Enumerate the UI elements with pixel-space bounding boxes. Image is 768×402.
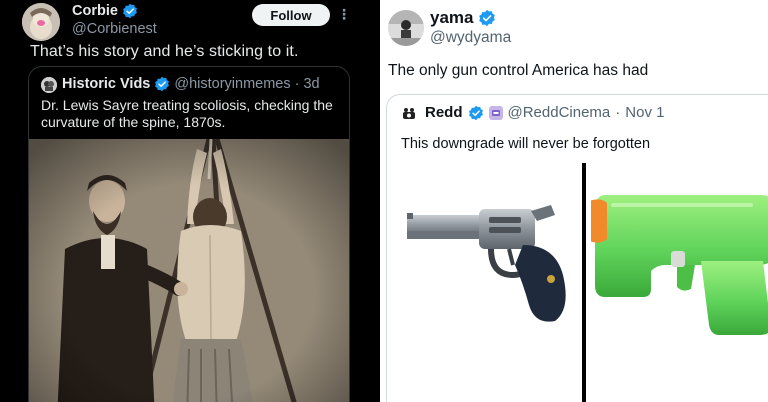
quoted-author-name[interactable]: Historic Vids [62,76,150,92]
quoted-avatar[interactable] [401,106,417,122]
author-handle[interactable]: @Corbienest [72,21,157,37]
verified-badge-icon [123,3,137,19]
verified-badge-icon [468,105,483,120]
right-tweet: yama @wydyama The only gun control Ameri… [382,0,768,402]
more-options-icon[interactable]: ⋮ [337,6,351,23]
author-handle[interactable]: @wydyama [430,29,511,47]
verified-badge-icon [155,76,170,92]
image-separator [582,163,586,402]
revolver-icon [407,205,566,322]
affiliate-badge-icon [488,105,503,120]
quoted-author-line[interactable]: Historic Vids @historyinmemes · 3d [62,76,320,92]
quoted-author-line[interactable]: Redd @ReddCinema · Nov 1 [425,104,664,121]
author-name[interactable]: yama [430,8,496,28]
quoted-author-handle[interactable]: @ReddCinema [508,104,611,121]
author-name[interactable]: Corbie [72,3,138,19]
avatar[interactable] [22,3,60,41]
quoted-tweet[interactable]: Redd @ReddCinema · Nov 1 This downgrade … [386,94,768,402]
left-tweet: Corbie @Corbienest Follow ⋮ That’s his s… [0,0,380,402]
quoted-author-handle[interactable]: @historyinmemes [174,76,290,92]
dot-separator: · [615,104,621,121]
quoted-author-name[interactable]: Redd [425,104,463,121]
quoted-media[interactable] [387,163,768,402]
quoted-tweet[interactable]: Historic Vids @historyinmemes · 3d Dr. L… [28,66,350,402]
water-gun-icon [591,195,768,335]
quoted-timestamp[interactable]: 3d [303,76,319,92]
tweet-text: The only gun control America has had [388,62,649,79]
follow-button[interactable]: Follow [252,4,330,26]
tweet-text: That’s his story and he’s sticking to it… [30,43,299,60]
quoted-text: Dr. Lewis Sayre treating scoliosis, chec… [41,97,333,130]
quoted-avatar[interactable] [41,77,57,93]
quoted-photo[interactable] [29,139,349,402]
quoted-timestamp[interactable]: Nov 1 [625,104,664,121]
quoted-text: This downgrade will never be forgotten [401,136,651,152]
verified-badge-icon [479,9,496,27]
dot-separator: · [294,76,300,92]
avatar[interactable] [388,10,424,46]
